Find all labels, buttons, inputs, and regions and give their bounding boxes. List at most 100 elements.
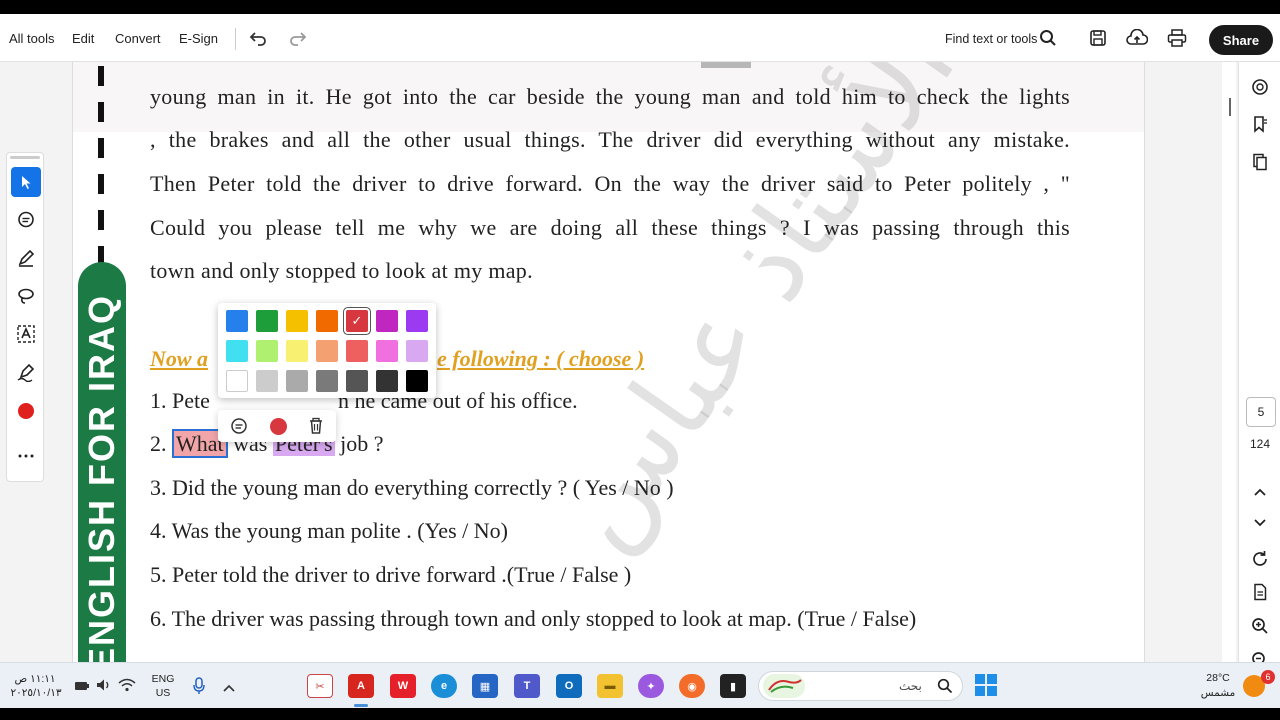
print-icon[interactable] (1165, 26, 1189, 50)
color-swatch[interactable] (226, 340, 248, 362)
color-swatch[interactable] (256, 340, 278, 362)
redo-icon[interactable] (286, 26, 310, 50)
color-swatch-selected[interactable]: ✓ (344, 308, 370, 334)
network-icon[interactable] (74, 679, 90, 691)
terminal-icon[interactable]: ▮ (720, 674, 746, 698)
clock-time[interactable]: ١١:١١ ص (10, 673, 60, 686)
comment-tool-icon[interactable] (11, 205, 41, 235)
volume-icon[interactable] (96, 678, 112, 692)
vertical-scrollbar[interactable] (1222, 62, 1236, 662)
color-swatch[interactable] (376, 340, 398, 362)
side-banner: ENGLISH FOR IRAQ (78, 262, 126, 662)
color-swatch[interactable] (346, 370, 368, 392)
ai-assistant-icon[interactable] (1248, 75, 1272, 99)
color-swatch[interactable] (226, 370, 248, 392)
color-swatch[interactable] (286, 340, 308, 362)
zoom-out-icon[interactable] (1248, 648, 1272, 662)
section-heading-end: e following : ( choose ) (437, 346, 645, 371)
edit-menu[interactable]: Edit (72, 31, 94, 46)
select-tool-icon[interactable] (11, 167, 41, 197)
paragraph-line: Could you please tell me why we are doin… (150, 215, 1070, 240)
text-box-icon[interactable] (11, 319, 41, 349)
undo-icon[interactable] (246, 26, 270, 50)
teams-icon[interactable]: T (514, 674, 540, 698)
margin-dash (98, 66, 104, 86)
zoom-in-icon[interactable] (1248, 614, 1272, 638)
question-1-start: 1. Pete (150, 388, 210, 413)
file-explorer-icon[interactable]: ▬ (597, 674, 623, 698)
store-icon[interactable]: ▦ (472, 674, 498, 698)
highlight-pen-icon[interactable] (11, 243, 41, 273)
snipping-tool-icon[interactable]: ✂ (307, 674, 333, 698)
bookmark-icon[interactable] (1248, 112, 1272, 136)
search-icon (937, 678, 953, 694)
microphone-icon[interactable] (192, 677, 206, 695)
wps-office-icon[interactable]: W (390, 674, 416, 698)
page-total: 124 (1249, 437, 1271, 451)
color-swatch[interactable] (316, 340, 338, 362)
search-placeholder: بحث (899, 679, 922, 693)
color-swatch[interactable] (406, 340, 428, 362)
margin-dash (98, 138, 104, 158)
edge-icon[interactable]: e (431, 674, 457, 698)
firefox-icon[interactable]: ◉ (679, 674, 705, 698)
acrobat-icon[interactable]: A (348, 674, 374, 698)
color-swatch[interactable] (376, 370, 398, 392)
taskbar-search-box[interactable]: بحث (758, 671, 963, 701)
search-icon[interactable] (1036, 26, 1060, 50)
find-text-label[interactable]: Find text or tools (945, 32, 1037, 46)
color-swatch[interactable] (286, 310, 308, 332)
horizontal-scroll-indicator[interactable] (701, 62, 751, 68)
page-number-input[interactable]: 5 (1246, 397, 1276, 427)
pages-icon[interactable] (1248, 150, 1272, 174)
color-swatch[interactable] (286, 370, 308, 392)
color-swatch[interactable] (256, 370, 278, 392)
share-button[interactable]: Share (1209, 25, 1273, 55)
outlook-icon[interactable]: O (556, 674, 582, 698)
search-highlight-icon (763, 674, 805, 698)
highlight-color-picker: ✓ (218, 303, 436, 398)
record-color-icon[interactable] (11, 396, 41, 426)
weather-temp[interactable]: 28°C (1198, 672, 1238, 685)
color-swatch[interactable] (316, 370, 338, 392)
sign-pen-icon[interactable] (11, 357, 41, 387)
color-swatch[interactable] (376, 310, 398, 332)
delete-icon[interactable] (307, 417, 325, 435)
convert-menu[interactable]: Convert (115, 31, 161, 46)
annotation-mini-toolbar (218, 410, 336, 442)
all-tools-menu[interactable]: All tools (9, 31, 55, 46)
color-swatch[interactable] (316, 310, 338, 332)
question-3: 3. Did the young man do everything corre… (150, 475, 674, 500)
save-icon[interactable] (1086, 26, 1110, 50)
right-rail: 5 124 (1238, 62, 1280, 662)
clock-date[interactable]: ٢٠٢٥/١٠/١٣ (8, 687, 64, 700)
more-tools-icon[interactable] (11, 441, 41, 471)
lasso-icon[interactable] (11, 281, 41, 311)
scroll-thumb[interactable] (1229, 98, 1231, 116)
windows-taskbar: ١١:١١ ص ٢٠٢٥/١٠/١٣ ENG US ✂ A W e ▦ T O … (0, 662, 1280, 708)
color-swatch[interactable] (346, 340, 368, 362)
copilot-icon[interactable]: ✦ (638, 674, 664, 698)
chevron-down-icon[interactable] (1248, 511, 1272, 535)
color-dot-icon[interactable] (270, 418, 287, 435)
upload-cloud-icon[interactable] (1125, 26, 1149, 50)
language-code[interactable]: ENG (148, 673, 178, 686)
language-region[interactable]: US (148, 687, 178, 700)
paragraph-line: Then Peter told the driver to drive forw… (150, 171, 1070, 196)
chevron-up-icon[interactable] (222, 680, 236, 692)
wifi-icon[interactable] (118, 678, 136, 692)
question-4: 4. Was the young man polite . (Yes / No) (150, 518, 508, 543)
refresh-icon[interactable] (1248, 547, 1272, 571)
color-swatch[interactable] (226, 310, 248, 332)
panel-grip[interactable] (10, 156, 40, 159)
windows-start-icon[interactable] (974, 673, 998, 697)
paragraph-line: young man in it. He got into the car bes… (150, 84, 1070, 109)
weather-condition[interactable]: مشمس (1196, 687, 1240, 700)
document-info-icon[interactable] (1248, 580, 1272, 604)
comment-icon[interactable] (230, 417, 248, 435)
chevron-up-icon[interactable] (1248, 480, 1272, 504)
color-swatch[interactable] (406, 310, 428, 332)
color-swatch[interactable] (406, 370, 428, 392)
color-swatch[interactable] (256, 310, 278, 332)
esign-menu[interactable]: E-Sign (179, 31, 218, 46)
